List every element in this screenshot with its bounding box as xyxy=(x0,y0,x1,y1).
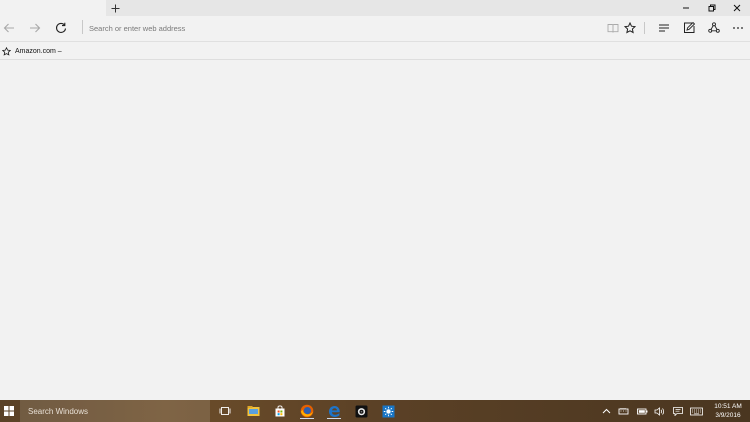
title-bar xyxy=(0,0,750,16)
blue-app-icon xyxy=(382,405,394,417)
edge-icon xyxy=(328,405,340,417)
reading-view-button[interactable] xyxy=(604,19,622,37)
active-tab[interactable] xyxy=(0,0,106,16)
camera-app-icon xyxy=(355,405,367,417)
taskbar: Search Windows 10:51 AM 3/9/2016 xyxy=(0,400,750,422)
back-arrow-icon xyxy=(3,23,14,33)
plus-icon xyxy=(111,4,119,12)
file-explorer-button[interactable] xyxy=(245,403,261,419)
minimize-icon xyxy=(683,7,689,9)
chevron-up-icon xyxy=(602,408,611,413)
notification-icon xyxy=(672,406,683,416)
action-center-button[interactable] xyxy=(671,404,684,418)
keyboard-icon xyxy=(690,407,703,415)
more-icon xyxy=(733,27,743,29)
share-icon xyxy=(708,22,720,33)
close-button[interactable] xyxy=(724,0,750,16)
store-button[interactable] xyxy=(272,403,288,419)
taskbar-search-box[interactable]: Search Windows xyxy=(20,400,210,422)
book-icon xyxy=(607,24,619,33)
active-indicator xyxy=(327,417,341,419)
star-icon xyxy=(624,22,636,34)
network-adapter-tray[interactable] xyxy=(617,404,630,418)
restore-button[interactable] xyxy=(699,0,725,16)
restore-icon xyxy=(708,4,716,12)
address-bar-input[interactable] xyxy=(86,19,601,37)
network-icon xyxy=(618,407,629,414)
refresh-button[interactable] xyxy=(52,19,70,37)
share-button[interactable] xyxy=(705,19,723,37)
search-placeholder: Search Windows xyxy=(28,406,89,416)
favorite-label: Amazon.com – xyxy=(15,47,62,55)
hub-button[interactable] xyxy=(655,19,673,37)
blue-app-button[interactable] xyxy=(380,403,396,419)
show-hidden-icons-button[interactable] xyxy=(600,404,613,418)
battery-icon xyxy=(637,408,648,414)
star-icon xyxy=(2,46,11,56)
toolbar-divider xyxy=(644,22,645,34)
file-explorer-icon xyxy=(247,406,259,416)
volume-tray[interactable] xyxy=(653,404,666,418)
edge-button[interactable] xyxy=(326,403,342,419)
refresh-icon xyxy=(56,22,67,33)
battery-tray[interactable] xyxy=(636,404,649,418)
windows-logo-icon xyxy=(4,406,14,416)
taskbar-clock[interactable]: 10:51 AM 3/9/2016 xyxy=(708,402,748,420)
start-button[interactable] xyxy=(0,400,18,422)
new-tab-button[interactable] xyxy=(107,0,123,16)
favorites-bar: Amazon.com – xyxy=(0,41,750,60)
task-view-icon xyxy=(219,407,231,415)
web-note-button[interactable] xyxy=(680,19,698,37)
firefox-icon xyxy=(300,404,314,418)
favorite-item-amazon[interactable]: Amazon.com – xyxy=(2,45,62,57)
address-divider xyxy=(82,20,83,34)
keyboard-tray[interactable] xyxy=(690,404,703,418)
page-content[interactable] xyxy=(0,60,750,400)
more-button[interactable] xyxy=(729,19,747,37)
active-indicator xyxy=(300,417,314,419)
clock-time: 10:51 AM xyxy=(714,403,742,410)
back-button[interactable] xyxy=(0,19,18,37)
forward-arrow-icon xyxy=(30,23,41,33)
web-note-icon xyxy=(684,22,695,33)
camera-app-button[interactable] xyxy=(353,403,369,419)
close-icon xyxy=(733,4,741,12)
clock-date: 3/9/2016 xyxy=(715,412,741,419)
hub-icon xyxy=(659,24,669,32)
firefox-button[interactable] xyxy=(299,403,315,419)
minimize-button[interactable] xyxy=(673,0,699,16)
task-view-button[interactable] xyxy=(217,403,233,419)
store-icon xyxy=(275,405,285,417)
speaker-icon xyxy=(654,406,665,416)
add-favorite-button[interactable] xyxy=(621,19,639,37)
forward-button[interactable] xyxy=(26,19,44,37)
